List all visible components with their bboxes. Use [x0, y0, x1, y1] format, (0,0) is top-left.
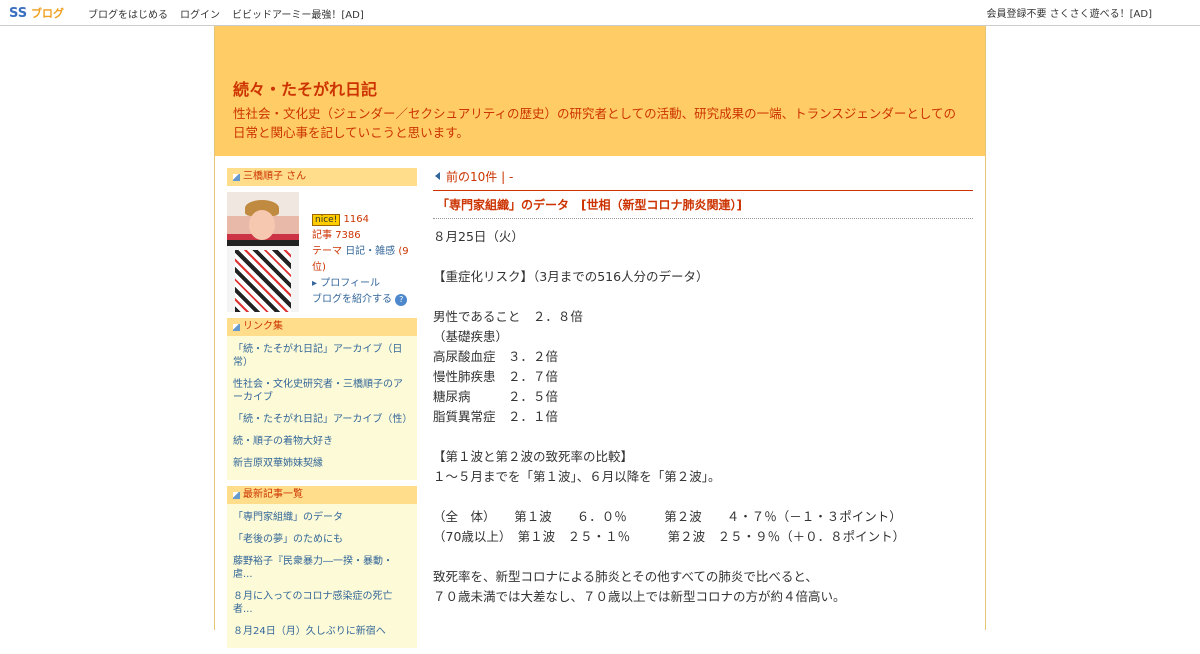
- list-item[interactable]: 新吉原双華姉妹契縁: [233, 454, 411, 476]
- svg-text:ブログ: ブログ: [31, 6, 64, 19]
- nice-count: 1164: [343, 214, 369, 225]
- page-container: 続々・たそがれ日記 性社会・文化史（ジェンダー／セクシュアリティの歴史）の研究者…: [214, 26, 986, 648]
- list-item[interactable]: 藤野裕子『民衆暴力―一揆・暴動・虐...: [233, 552, 411, 587]
- top-bar: SS ブログ ブログをはじめる ログイン ビビッドアーミー最強！[AD] 会員登…: [0, 0, 1200, 26]
- post-line: （70歳以上） 第１波 ２５・１％ 第２波 ２５・９％（＋０．８ポイント）: [433, 529, 906, 544]
- post-line: ７０歳未満では大差なし、７０歳以上では新型コロナの方が約４倍高い。: [433, 589, 846, 604]
- list-item[interactable]: 「専門家組織」のデータ: [233, 508, 411, 530]
- profile-header-label: 三橋順子 さん: [243, 171, 307, 182]
- post-title[interactable]: 「専門家組織」のデータ [世相（新型コロナ肺炎関連）]: [433, 191, 973, 219]
- section-icon: [233, 173, 240, 181]
- post-line: [433, 287, 973, 307]
- profile-box: nice! 1164 記事 7386 テーマ 日記・雑感 (9位) ▸ プロフィ…: [227, 186, 417, 312]
- theme-link[interactable]: 日記・雑感: [345, 246, 395, 257]
- post-line: [433, 487, 973, 507]
- list-item[interactable]: ８月24日（月）久しぶりに新宿へ: [233, 622, 411, 644]
- blog-title[interactable]: 続々・たそがれ日記: [233, 76, 377, 100]
- login-link[interactable]: ログイン: [180, 6, 220, 21]
- blog-description: 性社会・文化史（ジェンダー／セクシュアリティの歴史）の研究者としての活動、研究成…: [233, 106, 957, 140]
- list-item[interactable]: 「老後の夢」のためにも: [233, 530, 411, 552]
- theme-label: テーマ: [312, 246, 342, 257]
- post-line: [433, 547, 973, 567]
- avatar-face: [249, 210, 275, 240]
- right-ad-link[interactable]: 会員登録不要 さくさく遊べる！[AD]: [986, 5, 1152, 20]
- post-line: １～５月までを「第１波」、６月以降を「第２波」。: [433, 469, 721, 484]
- blog-header: 続々・たそがれ日記 性社会・文化史（ジェンダー／セクシュアリティの歴史）の研究者…: [215, 26, 985, 156]
- list-item[interactable]: 性社会・文化史研究者・三橋順子のアーカイブ: [233, 375, 411, 410]
- section-icon: [233, 491, 240, 499]
- svg-text:SS: SS: [9, 6, 27, 19]
- post-line: [433, 427, 973, 447]
- top-ad-link[interactable]: ビビッドアーミー最強！[AD]: [232, 6, 364, 21]
- post-line: 【重症化リスク】（3月までの516人分のデータ）: [433, 269, 709, 284]
- recent-header: 最新記事一覧: [227, 486, 417, 504]
- post-line: 致死率を、新型コロナによる肺炎とその他すべての肺炎で比べると、: [433, 569, 818, 584]
- links-list: 「続・たそがれ日記」アーカイブ（日常） 性社会・文化史研究者・三橋順子のアーカイ…: [227, 336, 417, 480]
- section-icon: [233, 323, 240, 331]
- avatar[interactable]: [227, 192, 299, 312]
- post-line: ８月25日（火）: [433, 229, 524, 244]
- links-header-label: リンク集: [243, 321, 283, 332]
- play-icon: ▸: [312, 278, 318, 289]
- list-item[interactable]: 「続・たそがれ日記」アーカイブ（性）: [233, 410, 412, 432]
- post-line: 慢性肺疾患 ２．７倍: [433, 369, 559, 384]
- list-item[interactable]: ８月に入ってのコロナ感染症の死亡者...: [233, 587, 411, 622]
- post-body: ８月25日（火） 【重症化リスク】（3月までの516人分のデータ） 男性であるこ…: [433, 219, 973, 607]
- profile-link[interactable]: プロフィール: [320, 278, 380, 289]
- sidebar: 三橋順子 さん nice! 1164 記事 7386 テーマ 日記・雑感 (9位…: [227, 168, 417, 654]
- post-line: 脂質異常症 ２．１倍: [433, 409, 559, 424]
- pager: 前の10件 | -: [433, 168, 973, 191]
- profile-header: 三橋順子 さん: [227, 168, 417, 186]
- profile-info: nice! 1164 記事 7386 テーマ 日記・雑感 (9位) ▸ プロフィ…: [312, 212, 417, 308]
- post-line: （全 体） 第１波 ６．０％ 第２波 ４・７％（－１・３ポイント）: [433, 509, 902, 524]
- articles-count: 7386: [335, 230, 361, 241]
- post-line: [433, 247, 973, 267]
- start-blog-link[interactable]: ブログをはじめる: [88, 6, 168, 21]
- post-line: 糖尿病 ２．５倍: [433, 389, 559, 404]
- post-line: 高尿酸血症 ３．２倍: [433, 349, 559, 364]
- avatar-dress: [235, 250, 291, 312]
- nice-badge: nice!: [312, 214, 341, 226]
- top-nav: ブログをはじめる ログイン ビビッドアーミー最強！[AD]: [88, 6, 376, 21]
- post-line: 男性であること ２．８倍: [433, 309, 583, 324]
- prev-page-link[interactable]: 前の10件 | -: [446, 170, 513, 184]
- post-line: 【第１波と第２波の致死率の比較】: [433, 449, 634, 464]
- links-header: リンク集: [227, 318, 417, 336]
- post-line: （基礎疾患）: [433, 329, 509, 344]
- list-item[interactable]: 「続・たそがれ日記」アーカイブ（日常）: [233, 340, 411, 375]
- recent-list: 「専門家組織」のデータ 「老後の夢」のためにも 藤野裕子『民衆暴力―一揆・暴動・…: [227, 504, 417, 648]
- recent-header-label: 最新記事一覧: [243, 489, 303, 500]
- main-content: 前の10件 | - 「専門家組織」のデータ [世相（新型コロナ肺炎関連）] ８月…: [433, 168, 973, 607]
- introduce-blog-link[interactable]: ブログを紹介する: [312, 294, 392, 305]
- list-item[interactable]: 続・順子の着物大好き: [233, 432, 411, 454]
- prev-arrow-icon: [435, 172, 440, 180]
- ssblog-logo[interactable]: SS ブログ: [9, 5, 77, 19]
- articles-label: 記事: [312, 230, 332, 241]
- help-icon[interactable]: ?: [395, 294, 408, 306]
